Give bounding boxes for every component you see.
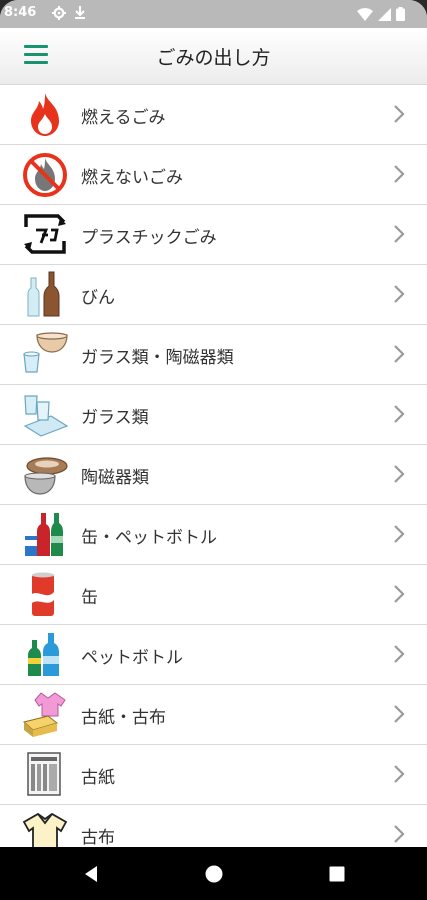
- bottles-icon: [27, 271, 60, 317]
- chevron-right-icon: [394, 585, 405, 603]
- status-time: 8:46: [4, 5, 37, 20]
- item-label: プラスチックごみ: [81, 228, 217, 248]
- glass-ceramic-icon: [23, 332, 68, 373]
- system-nav-bar: [0, 847, 427, 900]
- can-icon: [32, 572, 54, 616]
- list-item-paper[interactable]: 古紙: [0, 745, 427, 805]
- list-item-cloth[interactable]: 古布: [0, 805, 427, 847]
- item-label: 燃えるごみ: [81, 108, 166, 128]
- chevron-right-icon: [394, 525, 405, 543]
- item-label: 缶: [81, 588, 98, 608]
- chevron-right-icon: [394, 345, 405, 363]
- list-item-pet-bottle[interactable]: ペットボトル: [0, 625, 427, 685]
- chevron-right-icon: [394, 825, 405, 843]
- back-icon[interactable]: [80, 863, 102, 885]
- page-title: ごみの出し方: [156, 47, 271, 69]
- paper-cloth-icon: [22, 692, 66, 737]
- list-item-can-pet[interactable]: 缶・ペットボトル: [0, 505, 427, 565]
- chevron-right-icon: [394, 465, 405, 483]
- chevron-right-icon: [394, 405, 405, 423]
- chevron-right-icon: [394, 645, 405, 663]
- item-label: ガラス類: [81, 408, 149, 428]
- glass-icon: [23, 395, 69, 437]
- chevron-right-icon: [394, 105, 405, 123]
- item-label: ペットボトル: [81, 648, 183, 668]
- list-item-bottles[interactable]: びん: [0, 265, 427, 325]
- list-item-can[interactable]: 缶: [0, 565, 427, 625]
- cloth-icon: [22, 812, 68, 847]
- signal-icon: [378, 7, 391, 21]
- list-item-plastic[interactable]: プラスチックごみ: [0, 205, 427, 265]
- app-screen: 8:46 ごみの出し方 燃えるごみ 燃えないごみ プラスチックごみ びん ガラス…: [0, 0, 427, 900]
- wifi-icon: [357, 7, 373, 21]
- chevron-right-icon: [394, 165, 405, 183]
- plastic-recycle-icon: [24, 214, 66, 254]
- fire-icon: [31, 93, 59, 136]
- home-icon[interactable]: [203, 863, 225, 885]
- chevron-right-icon: [394, 705, 405, 723]
- list-item-burnable[interactable]: 燃えるごみ: [0, 85, 427, 145]
- chevron-right-icon: [394, 285, 405, 303]
- item-label: 古紙・古布: [81, 708, 166, 728]
- list-item-paper-cloth[interactable]: 古紙・古布: [0, 685, 427, 745]
- item-label: 缶・ペットボトル: [81, 528, 217, 548]
- item-label: 燃えないごみ: [81, 168, 183, 188]
- chevron-right-icon: [394, 225, 405, 243]
- item-label: 古布: [81, 828, 115, 847]
- list-item-glass-ceramic[interactable]: ガラス類・陶磁器類: [0, 325, 427, 385]
- gear-icon: [52, 6, 66, 20]
- item-label: 古紙: [81, 768, 115, 788]
- item-label: 陶磁器類: [81, 468, 149, 488]
- can-pet-bottle-icon: [25, 513, 63, 556]
- category-list: 燃えるごみ 燃えないごみ プラスチックごみ びん ガラス類・陶磁器類 ガラス類 …: [0, 85, 427, 847]
- download-icon: [75, 6, 85, 19]
- item-label: びん: [81, 288, 115, 308]
- app-bar: ごみの出し方: [0, 28, 427, 85]
- no-fire-icon: [23, 153, 67, 197]
- recents-icon[interactable]: [326, 863, 348, 885]
- pet-bottle-icon: [28, 633, 59, 676]
- battery-icon: [396, 7, 405, 21]
- item-label: ガラス類・陶磁器類: [81, 348, 234, 368]
- list-item-glass[interactable]: ガラス類: [0, 385, 427, 445]
- list-item-non-burnable[interactable]: 燃えないごみ: [0, 145, 427, 205]
- paper-icon: [27, 752, 61, 796]
- list-item-ceramic[interactable]: 陶磁器類: [0, 445, 427, 505]
- chevron-right-icon: [394, 765, 405, 783]
- ceramic-icon: [24, 457, 68, 495]
- status-bar: 8:46: [0, 0, 427, 28]
